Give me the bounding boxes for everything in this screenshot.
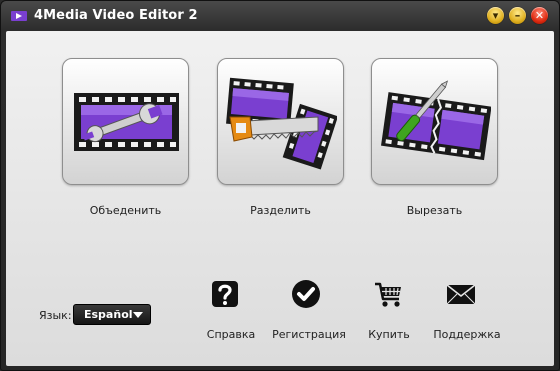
cart-icon[interactable]: [373, 279, 403, 309]
language-label: Язык:: [39, 309, 72, 322]
close-button[interactable]: ✕: [531, 7, 548, 24]
support-link[interactable]: Поддержка: [417, 328, 517, 341]
film-wrench-icon: [74, 93, 179, 151]
envelope-icon[interactable]: [446, 279, 476, 309]
merge-label[interactable]: Объеденить: [62, 204, 189, 217]
cut-label[interactable]: Вырезать: [371, 204, 498, 217]
app-window: 4Media Video Editor 2 ▾ – ✕ Объеденить Р…: [0, 0, 560, 371]
language-select[interactable]: Español: [73, 304, 151, 325]
cut-tile-button[interactable]: [371, 58, 498, 185]
main-panel: Объеденить Разделить Вырезать Язык: Espa…: [6, 31, 554, 366]
dropdown-arrow-icon: [133, 312, 143, 318]
checkmark-icon[interactable]: [291, 279, 321, 309]
split-label[interactable]: Разделить: [217, 204, 344, 217]
question-icon[interactable]: [210, 279, 240, 309]
close-icon: ✕: [534, 9, 545, 22]
film-scissors-icon: [381, 80, 491, 161]
window-title: 4Media Video Editor 2: [34, 8, 198, 23]
minimize-icon: –: [514, 9, 521, 22]
menu-button[interactable]: ▾: [487, 7, 504, 24]
language-value: Español: [84, 308, 133, 321]
split-tile-button[interactable]: [217, 58, 344, 185]
chevron-down-icon: ▾: [492, 9, 499, 22]
title-bar[interactable]: 4Media Video Editor 2 ▾ – ✕: [1, 1, 559, 31]
film-saw-icon: [226, 77, 337, 170]
app-logo-icon: [11, 11, 27, 21]
merge-tile-button[interactable]: [62, 58, 189, 185]
minimize-button[interactable]: –: [509, 7, 526, 24]
